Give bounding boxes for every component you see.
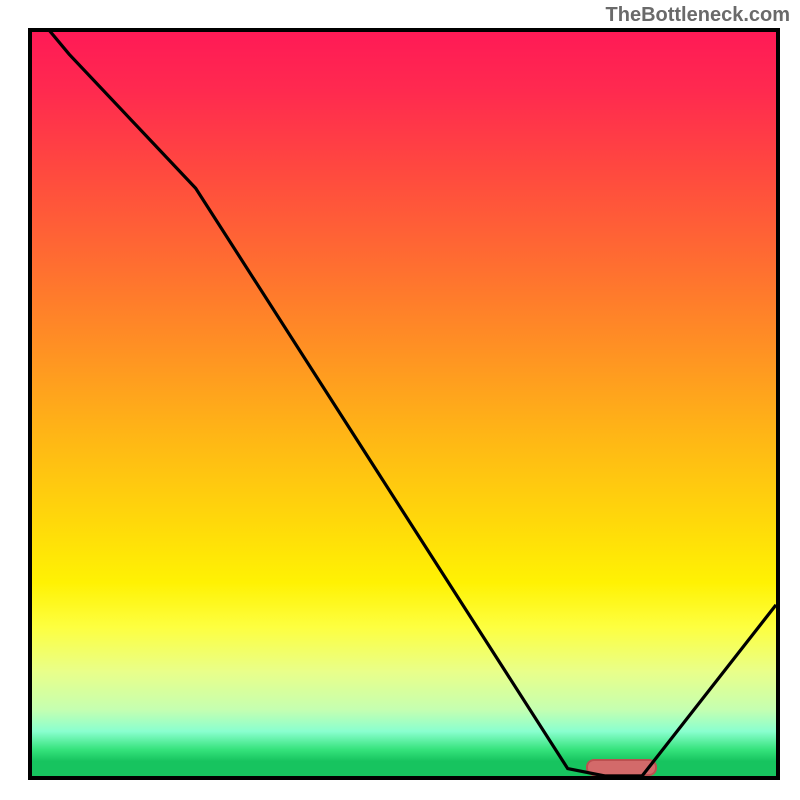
bottleneck-curve	[32, 32, 776, 776]
plot-inner	[32, 32, 776, 776]
chart-container: TheBottleneck.com	[0, 0, 800, 800]
plot-frame	[28, 28, 780, 780]
attribution-text: TheBottleneck.com	[606, 4, 790, 27]
